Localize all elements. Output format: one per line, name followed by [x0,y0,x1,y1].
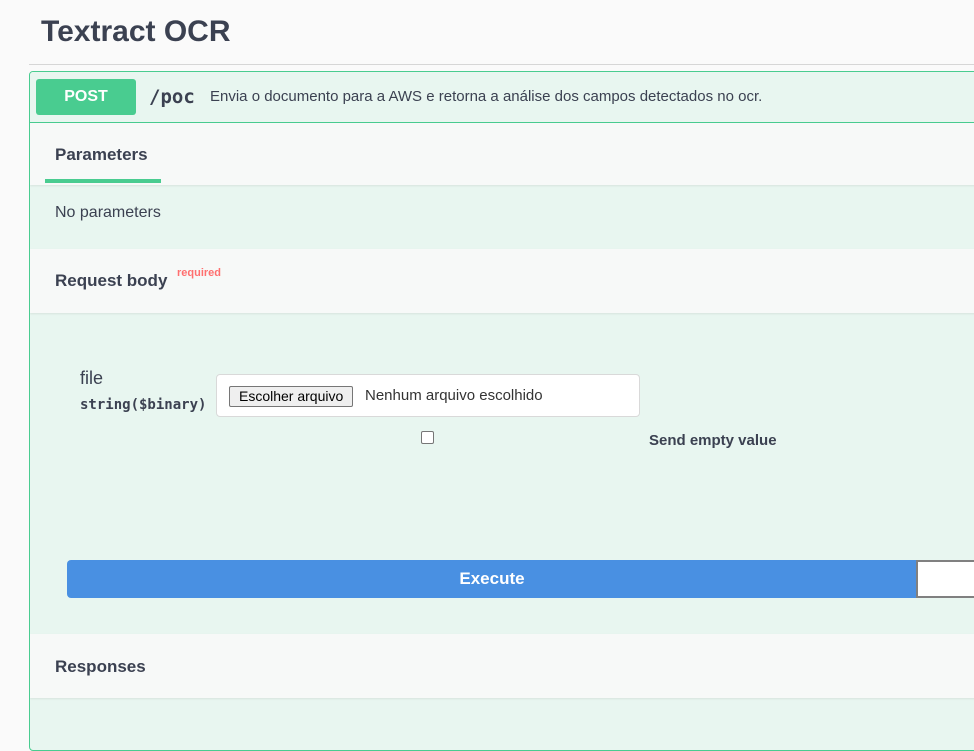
request-body-title: Request body [55,271,168,290]
send-empty-value-checkbox[interactable] [421,431,434,444]
send-empty-value-label: Send empty value [649,432,777,449]
file-status-text: Nenhum arquivo escolhido [365,387,543,404]
title-divider [29,64,974,65]
param-type-format: ($binary) [130,397,207,413]
required-flag: required [177,267,222,279]
method-badge[interactable]: POST [36,79,136,115]
param-name: file [80,368,104,388]
file-input[interactable]: Escolher arquivo Nenhum arquivo escolhid… [216,374,640,417]
tab-parameters-label: Parameters [55,145,148,164]
responses-title: Responses [55,657,146,676]
no-parameters-text: No parameters [55,204,161,221]
responses-header: Responses [30,634,974,698]
operation-description: Envia o documento para a AWS e retorna a… [210,88,763,105]
endpoint-path[interactable]: /poc [149,84,195,110]
param-type: string($binary) [80,397,206,413]
operation-block: POST /poc Envia o documento para a AWS e… [29,71,974,751]
operation-summary[interactable]: POST /poc Envia o documento para a AWS e… [30,72,974,123]
choose-file-button[interactable]: Escolher arquivo [229,386,354,407]
param-type-name: string [80,397,131,413]
clear-button[interactable] [916,560,974,598]
page-title: Textract OCR [41,15,231,48]
execute-button[interactable]: Execute [67,560,917,598]
request-body-header: Request body required [30,249,974,313]
parameters-header: Parameters [30,123,974,185]
tab-parameters[interactable]: Parameters [45,123,161,183]
